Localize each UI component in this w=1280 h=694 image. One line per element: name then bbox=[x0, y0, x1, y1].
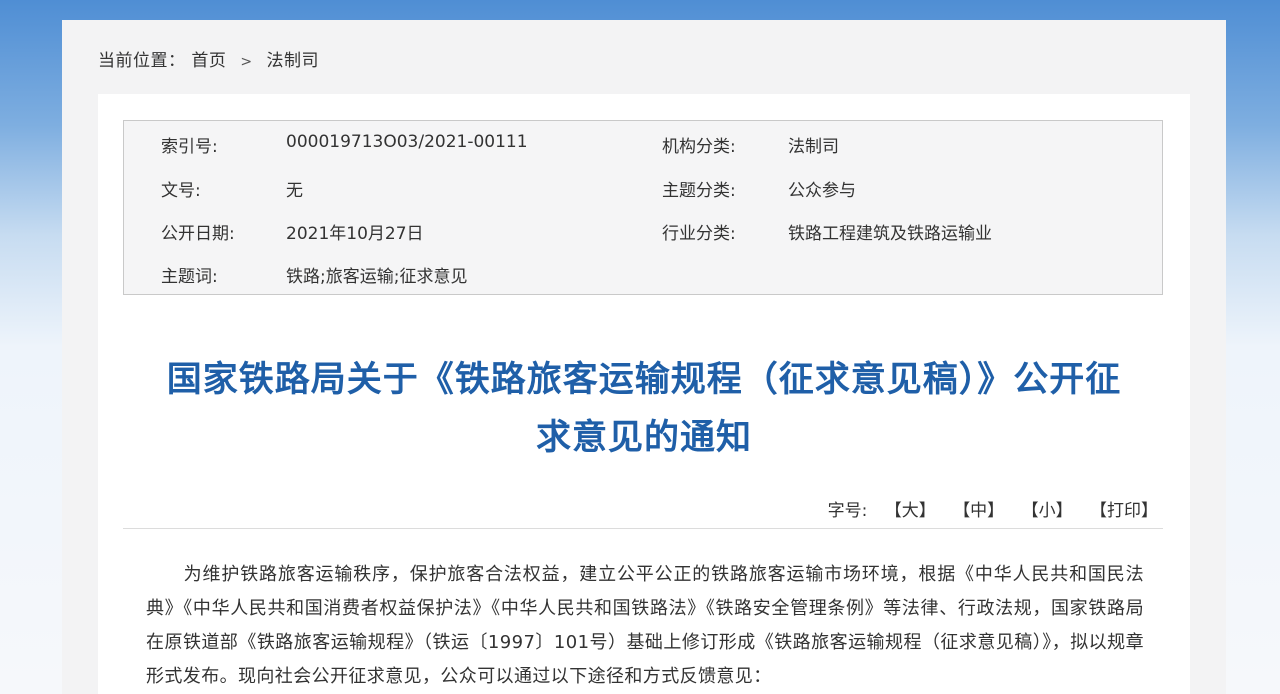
font-size-label: 字号: bbox=[827, 501, 868, 521]
breadcrumb: 当前位置： 首页 > 法制司 bbox=[98, 46, 319, 71]
divider bbox=[123, 528, 1163, 529]
keywords-label: 主题词: bbox=[161, 267, 218, 287]
font-size-toolbar: 字号: 【大】 【中】 【小】 【打印】 bbox=[828, 496, 1158, 521]
org-value: 法制司 bbox=[788, 137, 839, 157]
breadcrumb-label: 当前位置： bbox=[98, 51, 186, 71]
document-title-line2: 求意见的通知 bbox=[535, 418, 752, 458]
metadata-row: 公开日期: 2021年10月27日 行业分类: 铁路工程建筑及铁路运输业 bbox=[124, 219, 1162, 244]
date-value: 2021年10月27日 bbox=[286, 224, 424, 244]
font-large-button[interactable]: 【大】 bbox=[885, 501, 936, 521]
industry-value: 铁路工程建筑及铁路运输业 bbox=[788, 224, 992, 244]
docno-label: 文号: bbox=[161, 181, 201, 201]
document-title-line1: 国家铁路局关于《铁路旅客运输规程（征求意见稿）》公开征 bbox=[166, 360, 1122, 400]
content-panel: 索引号: 000019713O03/2021-00111 机构分类: 法制司 文… bbox=[98, 94, 1190, 694]
docno-value: 无 bbox=[286, 181, 303, 201]
font-medium-button[interactable]: 【中】 bbox=[953, 501, 1004, 521]
body-paragraph: 为维护铁路旅客运输秩序，保护旅客合法权益，建立公平公正的铁路旅客运输市场环境，根… bbox=[146, 564, 1144, 687]
document-title: 国家铁路局关于《铁路旅客运输规程（征求意见稿）》公开征 求意见的通知 bbox=[98, 351, 1190, 467]
keywords-value: 铁路;旅客运输;征求意见 bbox=[286, 267, 468, 287]
font-small-button[interactable]: 【小】 bbox=[1022, 501, 1073, 521]
print-button[interactable]: 【打印】 bbox=[1090, 501, 1158, 521]
metadata-row: 文号: 无 主题分类: 公众参与 bbox=[124, 176, 1162, 201]
index-value: 000019713O03/2021-00111 bbox=[286, 132, 528, 152]
date-label: 公开日期: bbox=[161, 224, 235, 244]
industry-label: 行业分类: bbox=[662, 224, 736, 244]
page-card: 当前位置： 首页 > 法制司 索引号: 000019713O03/2021-00… bbox=[62, 20, 1226, 694]
breadcrumb-home-link[interactable]: 首页 bbox=[191, 51, 226, 71]
metadata-row: 索引号: 000019713O03/2021-00111 机构分类: 法制司 bbox=[124, 132, 1162, 157]
topic-label: 主题分类: bbox=[662, 181, 736, 201]
topic-value: 公众参与 bbox=[788, 181, 856, 201]
metadata-row: 主题词: 铁路;旅客运输;征求意见 bbox=[124, 262, 1162, 287]
metadata-table: 索引号: 000019713O03/2021-00111 机构分类: 法制司 文… bbox=[123, 120, 1163, 295]
breadcrumb-separator: > bbox=[240, 54, 253, 70]
org-label: 机构分类: bbox=[662, 137, 736, 157]
breadcrumb-current-link[interactable]: 法制司 bbox=[266, 51, 319, 71]
index-label: 索引号: bbox=[161, 137, 218, 157]
